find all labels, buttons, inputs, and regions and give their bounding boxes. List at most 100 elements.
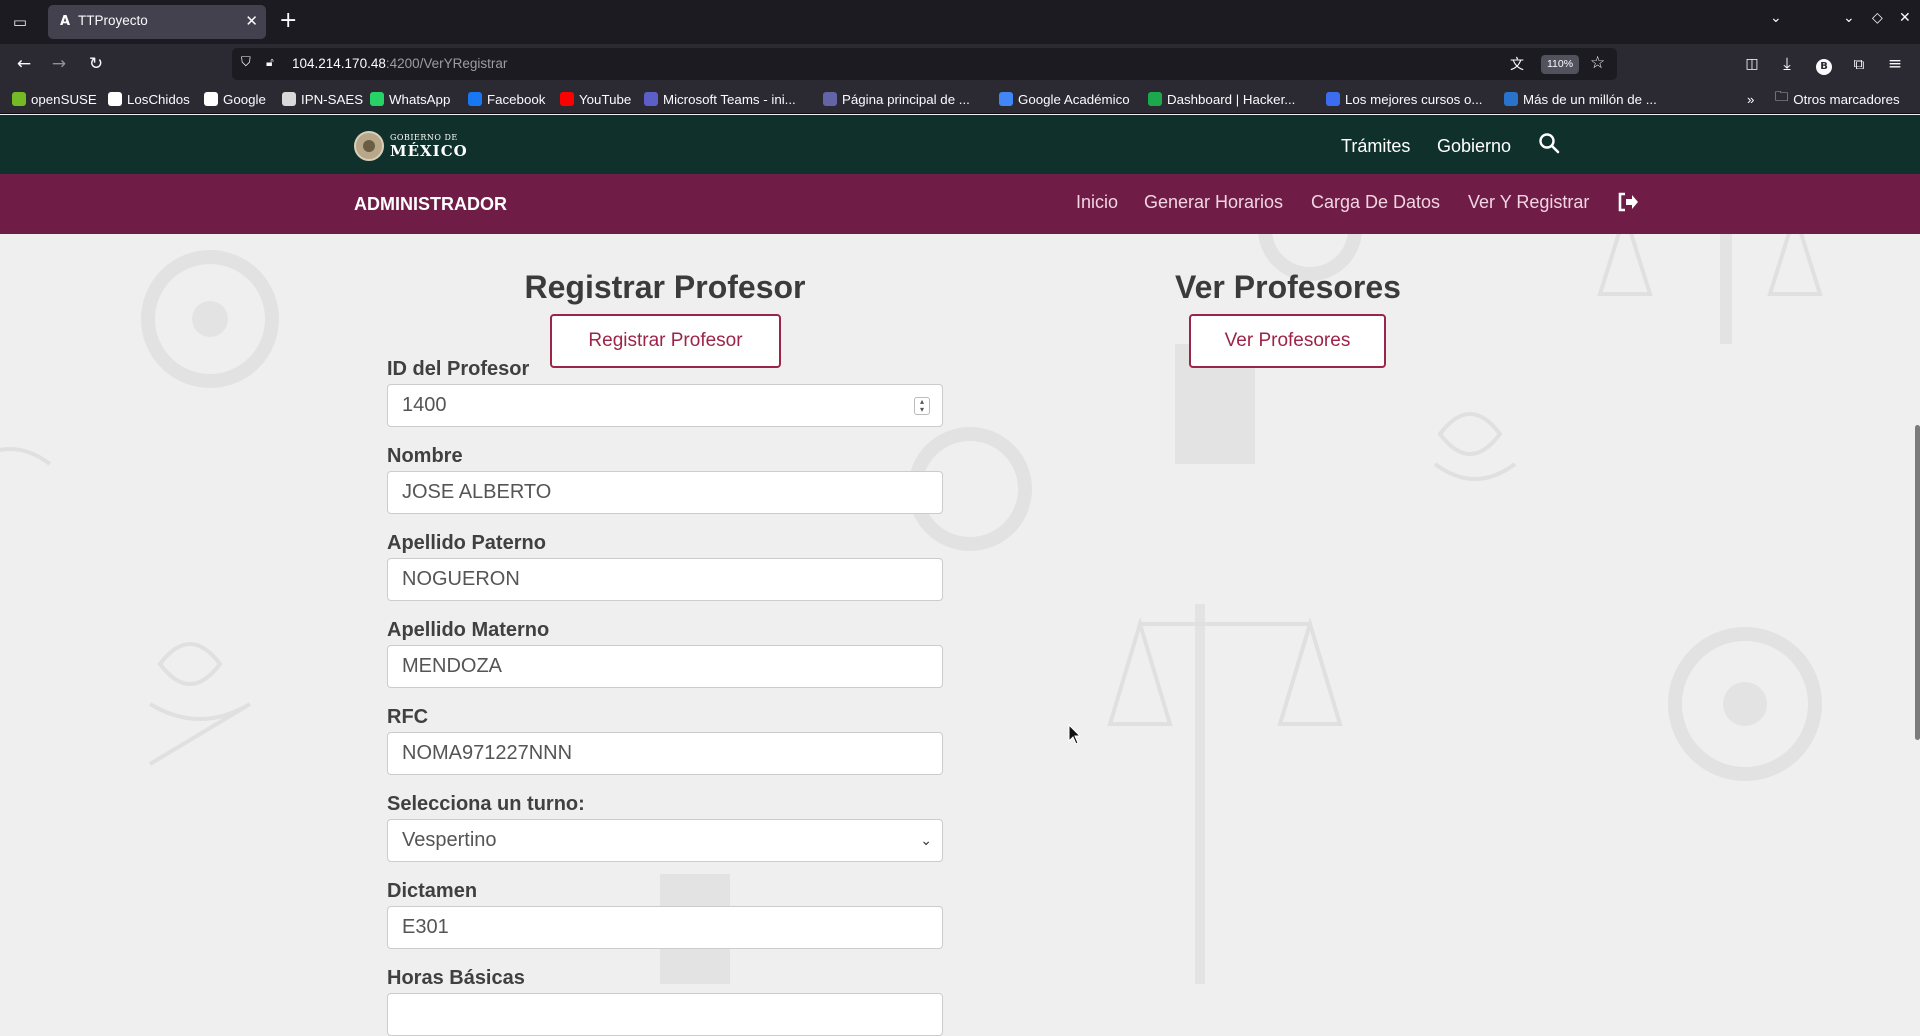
page-icon <box>823 92 837 106</box>
nav-ver-y-registrar[interactable]: Ver Y Registrar <box>1468 192 1589 213</box>
bookmark-item[interactable]: Los mejores cursos o... <box>1326 90 1482 108</box>
more-bookmarks-icon[interactable]: » <box>1747 90 1754 108</box>
admin-nav-bar: ADMINISTRADOR Inicio Generar Horarios Ca… <box>0 174 1920 234</box>
bookmark-star-icon[interactable]: ☆ <box>1590 53 1605 73</box>
shield-icon[interactable]: ⛉ <box>241 55 251 70</box>
close-window-icon[interactable]: ✕ <box>1899 10 1911 26</box>
bookmark-item[interactable]: Más de un millón de ... <box>1504 90 1657 108</box>
facebook-icon <box>468 92 482 106</box>
materno-label: Apellido Materno <box>387 619 550 641</box>
new-tab-icon[interactable]: + <box>279 8 297 34</box>
maximize-icon[interactable]: ◇ <box>1872 10 1883 26</box>
nav-tramites[interactable]: Trámites <box>1341 136 1410 157</box>
turno-select[interactable]: Vespertino ⌄ <box>387 819 943 862</box>
bookmark-item[interactable]: Dashboard | Hacker... <box>1148 90 1295 108</box>
bookmark-label: Google Académico <box>1018 91 1130 107</box>
dictamen-label: Dictamen <box>387 880 478 902</box>
nombre-label: Nombre <box>387 445 463 467</box>
view-title: Ver Profesores <box>1175 269 1401 305</box>
ipn-icon <box>282 92 296 106</box>
nav-carga-de-datos[interactable]: Carga De Datos <box>1311 192 1440 213</box>
insecure-lock-icon[interactable]: 🔓︎ <box>266 55 274 70</box>
materno-input[interactable]: MENDOZA <box>387 645 943 688</box>
background-pattern <box>0 234 1823 984</box>
nombre-input[interactable]: JOSE ALBERTO <box>387 471 943 514</box>
menu-icon[interactable]: ≡ <box>1883 52 1907 76</box>
list-all-tabs-icon[interactable]: ⌄ <box>1770 10 1782 26</box>
github-icon <box>108 92 122 106</box>
hackerrank-icon <box>1148 92 1162 106</box>
dictamen-value: E301 <box>402 916 449 938</box>
extensions-icon[interactable]: ⧉ <box>1847 52 1871 76</box>
logo-line1: GOBIERNO DE <box>390 132 458 142</box>
gob-header: GOBIERNO DE MÉXICO Trámites Gobierno <box>0 115 1920 174</box>
scholar-icon <box>999 92 1013 106</box>
pocket-icon[interactable]: ◫ <box>1740 52 1764 76</box>
browser-tab[interactable]: A TTProyecto ✕ <box>48 5 266 39</box>
bookmark-item[interactable]: Facebook <box>468 90 545 108</box>
zoom-level[interactable]: 110% <box>1541 55 1580 74</box>
view-professors-button[interactable]: Ver Profesores <box>1189 314 1386 368</box>
nav-gobierno[interactable]: Gobierno <box>1437 136 1511 157</box>
close-tab-icon[interactable]: ✕ <box>245 12 258 30</box>
minimize-icon[interactable]: ⌄ <box>1843 10 1855 26</box>
dictamen-input[interactable]: E301 <box>387 906 943 949</box>
rfc-input[interactable]: NOMA971227NNN <box>387 732 943 775</box>
nav-inicio[interactable]: Inicio <box>1076 192 1118 213</box>
url-text[interactable]: 104.214.170.48:4200/VerYRegistrar <box>292 56 507 71</box>
bookmark-label: IPN-SAES <box>301 91 364 107</box>
bookmark-item[interactable]: LosChidos <box>108 90 190 108</box>
turno-label: Selecciona un turno: <box>387 793 585 815</box>
bookmark-item[interactable]: Google <box>204 90 266 108</box>
back-icon[interactable]: ← <box>12 52 36 76</box>
youtube-icon <box>560 92 574 106</box>
paterno-input[interactable]: NOGUERON <box>387 558 943 601</box>
bookmark-item[interactable]: Microsoft Teams - ini... <box>644 90 796 108</box>
logout-icon[interactable] <box>1616 190 1640 214</box>
google-icon <box>204 92 218 106</box>
bookmark-item[interactable]: YouTube <box>560 90 631 108</box>
turno-value: Vespertino <box>402 829 497 851</box>
nombre-value: JOSE ALBERTO <box>402 481 552 503</box>
bookmark-item[interactable]: WhatsApp <box>370 90 450 108</box>
downloads-icon[interactable]: ⤓ <box>1775 52 1799 76</box>
url-bar[interactable]: ⛉ 🔓︎ 104.214.170.48:4200/VerYRegistrar 文… <box>232 48 1617 80</box>
bookmark-label: YouTube <box>579 91 632 107</box>
rfc-value: NOMA971227NNN <box>402 742 573 764</box>
bookmark-item[interactable]: openSUSE <box>12 90 97 108</box>
page-scrollbar[interactable] <box>1915 425 1920 740</box>
horas-input[interactable] <box>387 993 943 1036</box>
bookmark-label: Los mejores cursos o... <box>1345 91 1483 107</box>
browser-nav-bar: ← → ↻ ⛉ 🔓︎ 104.214.170.48:4200/VerYRegis… <box>0 44 1920 84</box>
bookmark-item[interactable]: Google Académico <box>999 90 1130 108</box>
bookmark-label: Dashboard | Hacker... <box>1167 91 1296 107</box>
search-icon[interactable] <box>1538 132 1560 154</box>
bookmark-label: WhatsApp <box>389 91 451 107</box>
translate-icon[interactable]: 文 <box>1510 54 1524 74</box>
register-professor-button[interactable]: Registrar Profesor <box>550 314 781 368</box>
account-icon[interactable]: B <box>1812 52 1836 76</box>
bookmark-label: Facebook <box>487 91 546 107</box>
angular-icon: A <box>59 14 71 29</box>
gob-mexico-logo[interactable]: GOBIERNO DE MÉXICO <box>354 131 468 161</box>
mouse-cursor-icon <box>1068 724 1082 745</box>
bookmark-label: openSUSE <box>31 91 97 107</box>
id-input[interactable]: 1400 ▴ ▾ <box>387 384 943 427</box>
bookmarks-bar: » 🗀 Otros marcadores openSUSE LosChidos Goo… <box>0 84 1920 114</box>
forward-icon[interactable]: → <box>47 52 71 76</box>
id-label: ID del Profesor <box>387 358 530 380</box>
id-value: 1400 <box>402 394 447 416</box>
bookmark-item[interactable]: IPN-SAES <box>282 90 363 108</box>
main-content: Registrar Profesor Registrar Profesor Ve… <box>0 234 1920 1036</box>
chevron-down-icon: ⌄ <box>920 832 932 848</box>
number-spinner-icon[interactable]: ▴ ▾ <box>914 397 930 415</box>
tab-list-icon[interactable]: ▭ <box>8 10 32 34</box>
nav-generar-horarios[interactable]: Generar Horarios <box>1144 192 1283 213</box>
folder-icon: 🗀 <box>1775 89 1789 104</box>
whatsapp-icon <box>370 92 384 106</box>
other-bookmarks[interactable]: 🗀 Otros marcadores <box>1775 89 1900 108</box>
reload-icon[interactable]: ↻ <box>84 52 108 76</box>
paterno-label: Apellido Paterno <box>387 532 546 554</box>
teams-icon <box>644 92 658 106</box>
bookmark-item[interactable]: Página principal de ... <box>823 90 970 108</box>
